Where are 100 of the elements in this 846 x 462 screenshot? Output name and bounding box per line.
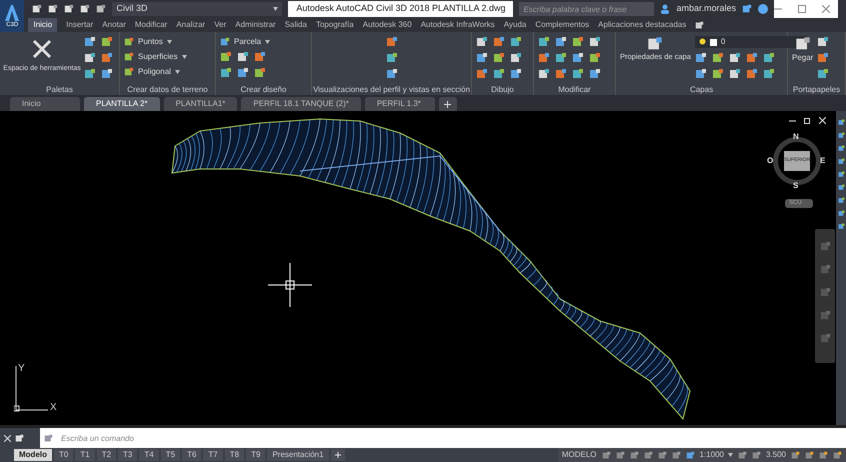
layout-tab[interactable]: Modelo bbox=[14, 449, 52, 461]
panel-title[interactable]: Visualizaciones del perfil y vistas en sección bbox=[312, 84, 471, 95]
tool-icon[interactable] bbox=[84, 36, 96, 48]
tool-icon[interactable] bbox=[555, 52, 567, 64]
tool-icon[interactable] bbox=[476, 36, 488, 48]
quick-access-icon[interactable] bbox=[48, 4, 58, 14]
layout-tab[interactable]: T3 bbox=[118, 449, 138, 461]
ribbon-tab[interactable]: Aplicaciones destacadas bbox=[598, 18, 686, 32]
tool-icon[interactable] bbox=[493, 52, 505, 64]
layer-dropdown[interactable]: 0 bbox=[694, 36, 807, 48]
document-tab[interactable]: PERFIL 18.1 TANQUE (2)* bbox=[241, 97, 361, 111]
tool-icon[interactable] bbox=[746, 68, 758, 80]
tool-icon[interactable] bbox=[84, 52, 96, 64]
layout-tab[interactable]: T1 bbox=[75, 449, 95, 461]
tool-icon[interactable] bbox=[555, 68, 567, 80]
tool-icon[interactable] bbox=[589, 52, 601, 64]
dropdown-button[interactable]: Puntos bbox=[124, 36, 187, 48]
quick-access-icon[interactable] bbox=[64, 4, 74, 14]
dropdown-button[interactable]: Parcela bbox=[220, 36, 270, 48]
ribbon-tab[interactable]: Administrar bbox=[235, 18, 276, 32]
tool-icon[interactable] bbox=[476, 68, 488, 80]
workspace-dropdown[interactable]: Civil 3D bbox=[112, 2, 282, 16]
status-toggle-icon[interactable] bbox=[738, 450, 747, 460]
tool-icon[interactable] bbox=[538, 36, 550, 48]
maximize-icon[interactable] bbox=[798, 5, 806, 13]
status-toggle-icon[interactable] bbox=[658, 450, 666, 460]
tool-icon[interactable] bbox=[101, 52, 113, 64]
layout-tab[interactable]: T9 bbox=[246, 449, 266, 461]
tool-icon[interactable] bbox=[493, 68, 505, 80]
layout-tab[interactable]: T8 bbox=[224, 449, 244, 461]
ribbon-tab[interactable]: Analizar bbox=[176, 18, 206, 32]
tool-icon[interactable] bbox=[572, 36, 584, 48]
tool-icon[interactable] bbox=[510, 52, 522, 64]
ribbon-tab[interactable]: Topografía bbox=[316, 18, 354, 32]
status-toggle-icon[interactable] bbox=[644, 450, 652, 460]
tool-icon[interactable] bbox=[237, 51, 249, 63]
ribbon-tab[interactable]: Insertar bbox=[66, 18, 94, 32]
tool-icon[interactable] bbox=[386, 68, 398, 80]
status-toggle-icon[interactable] bbox=[833, 450, 842, 460]
compass-label[interactable]: N bbox=[793, 131, 799, 143]
tool-icon[interactable] bbox=[589, 36, 601, 48]
tool-icon[interactable] bbox=[572, 68, 584, 80]
status-toggle-icon[interactable] bbox=[805, 450, 814, 460]
document-tab[interactable]: PERFIL 1.3* bbox=[364, 97, 435, 111]
ribbon-tab[interactable]: Salida bbox=[284, 18, 307, 32]
ribbon-tab[interactable]: Anotar bbox=[102, 18, 126, 32]
tool-icon[interactable] bbox=[476, 52, 488, 64]
palette-tool-icon[interactable] bbox=[838, 145, 844, 152]
new-tab-button[interactable] bbox=[438, 97, 457, 111]
tool-icon[interactable] bbox=[694, 52, 707, 64]
dropdown-button[interactable]: Poligonal bbox=[124, 66, 187, 78]
layout-tab[interactable]: T0 bbox=[54, 449, 74, 461]
model-space-button[interactable]: MODELO bbox=[562, 449, 596, 461]
user-icon[interactable] bbox=[660, 4, 670, 14]
ribbon-tab[interactable]: Autodesk 360 bbox=[362, 18, 412, 32]
ribbon-tab[interactable]: Ver bbox=[214, 18, 226, 32]
layout-tab[interactable]: Presentación1 bbox=[267, 449, 329, 461]
quick-access-icon[interactable] bbox=[32, 4, 42, 14]
tool-icon[interactable] bbox=[220, 67, 232, 79]
palette-tool-icon[interactable] bbox=[838, 197, 844, 204]
ribbon-tab[interactable]: Autodesk InfraWorks bbox=[420, 18, 495, 32]
tool-icon[interactable] bbox=[746, 52, 758, 64]
tool-icon[interactable] bbox=[254, 51, 266, 63]
tool-icon[interactable] bbox=[555, 36, 567, 48]
tool-icon[interactable] bbox=[712, 68, 724, 80]
tool-icon[interactable] bbox=[254, 67, 266, 79]
status-toggle-icon[interactable] bbox=[602, 450, 610, 460]
ribbon-tab[interactable]: Modificar bbox=[134, 18, 168, 32]
palette-tool-icon[interactable] bbox=[838, 119, 844, 126]
tool-icon[interactable] bbox=[728, 68, 741, 80]
status-toggle-icon[interactable] bbox=[672, 450, 680, 460]
tool-icon[interactable] bbox=[386, 36, 398, 48]
tool-icon[interactable] bbox=[386, 52, 398, 64]
ribbon-tab[interactable]: Complementos bbox=[535, 18, 590, 32]
dropdown-button[interactable]: Superficies bbox=[124, 51, 187, 63]
user-name[interactable]: ambar.morales bbox=[676, 2, 736, 16]
document-tab[interactable]: Inicio bbox=[10, 97, 80, 111]
tool-icon[interactable] bbox=[510, 68, 522, 80]
status-toggle-icon[interactable] bbox=[791, 450, 800, 460]
compass-label[interactable]: O bbox=[767, 155, 774, 167]
tool-icon[interactable] bbox=[712, 52, 724, 64]
ribbon-tab[interactable]: Ayuda bbox=[504, 18, 526, 32]
tool-icon[interactable] bbox=[538, 52, 550, 64]
scale-dropdown[interactable]: 1:1000 bbox=[700, 449, 733, 461]
layout-tab[interactable]: T7 bbox=[203, 449, 223, 461]
tool-icon[interactable] bbox=[220, 51, 232, 63]
tool-icon[interactable] bbox=[510, 36, 522, 48]
palette-tool-icon[interactable] bbox=[838, 171, 844, 178]
tool-icon[interactable] bbox=[101, 36, 113, 48]
tool-icon[interactable] bbox=[817, 52, 830, 64]
tool-icon[interactable] bbox=[694, 68, 707, 80]
tool-icon[interactable] bbox=[101, 68, 113, 80]
compass-label[interactable]: S bbox=[793, 180, 798, 192]
quick-access-icon[interactable] bbox=[80, 4, 90, 14]
layout-tab[interactable]: T6 bbox=[182, 449, 202, 461]
palette-tool-icon[interactable] bbox=[838, 223, 844, 230]
tool-icon[interactable] bbox=[817, 36, 830, 48]
layout-tab[interactable]: T5 bbox=[160, 449, 180, 461]
compass-label[interactable]: E bbox=[820, 155, 826, 167]
tool-icon[interactable] bbox=[572, 52, 584, 64]
